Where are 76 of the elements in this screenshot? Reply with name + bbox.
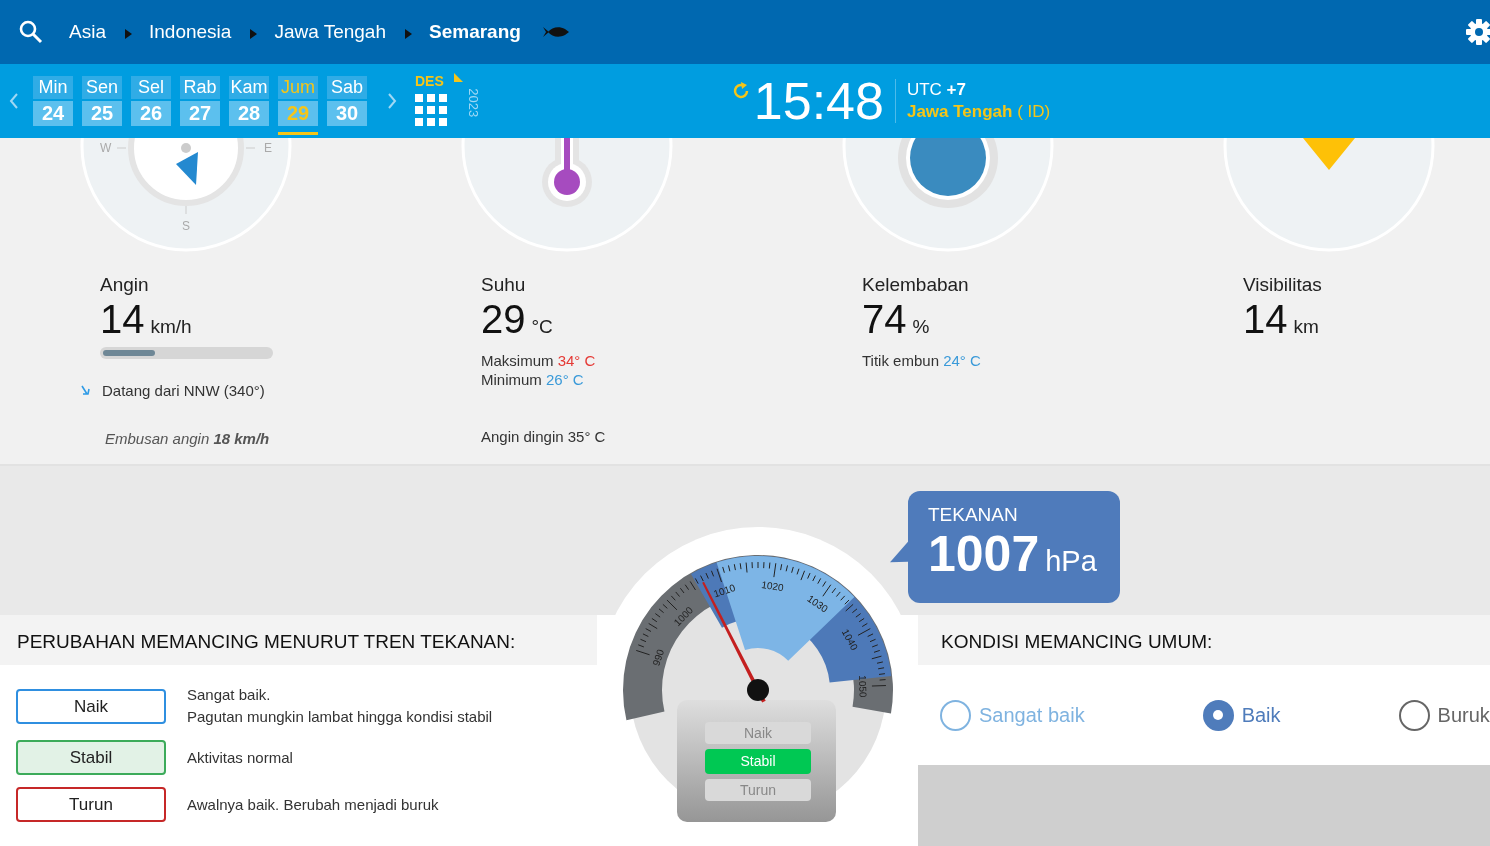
metric-title: Suhu — [481, 273, 527, 297]
needle-hub — [747, 679, 769, 701]
scale-label: 1050 — [856, 675, 869, 698]
reading-text: Titik embun 24° C — [862, 350, 982, 370]
day-tab[interactable]: Sel 26 — [131, 76, 171, 135]
year-label: 2023 — [465, 88, 483, 118]
scale-label: 990 — [650, 647, 667, 668]
scale-label: 1030 — [805, 592, 830, 615]
compass-needle-icon — [176, 143, 198, 185]
metric-unit: km — [1293, 315, 1319, 339]
compass-label: W — [100, 141, 112, 155]
pressure-unit: hPa — [1045, 544, 1097, 579]
section-heading: KONDISI MEMANCING UMUM: — [941, 631, 1213, 652]
trend-indicator: Turun — [705, 779, 811, 801]
trend-description: Aktivitas normal — [187, 747, 293, 768]
metric-unit: km/h — [150, 315, 192, 339]
metric-title: Kelembaban — [862, 273, 970, 297]
compass-label: E — [264, 141, 272, 155]
scale-label: 1020 — [760, 579, 785, 594]
thermometer-icon — [542, 138, 592, 207]
day-tab[interactable]: Kam 28 — [229, 76, 269, 135]
reading-text: Minimum 26° C — [481, 369, 585, 389]
compass-label: S — [182, 219, 190, 233]
separator-icon — [250, 28, 258, 39]
metric-value: 14 — [1243, 297, 1288, 341]
radio-button[interactable] — [940, 699, 971, 731]
trend-description: Awalnya baik. Berubah menjadi buruk — [187, 794, 439, 815]
next-icon[interactable] — [387, 93, 397, 109]
metric-unit: °C — [531, 315, 553, 339]
metric-value: 14 — [100, 297, 145, 341]
day-tab[interactable]: Sab 30 — [327, 76, 367, 135]
wind-direction: Datang dari NNW (340°) — [102, 380, 265, 400]
trend-description: Sangat baik. Pagutan mungkin lambat hingga kondisi stabil — [187, 685, 493, 727]
corner-icon — [453, 73, 463, 82]
metric-title: Visibilitas — [1243, 273, 1323, 297]
day-tab[interactable]: Sen 25 — [82, 76, 122, 135]
day-tab[interactable]: Rab 27 — [180, 76, 220, 135]
trend-tag: Stabil — [16, 740, 166, 775]
trend-indicator: Naik — [705, 722, 811, 744]
day-tab[interactable]: Jum 29 — [278, 76, 318, 135]
metric-value: 29 — [481, 297, 526, 341]
month-label[interactable]: DES — [415, 73, 444, 89]
radio-button[interactable] — [1202, 699, 1234, 731]
reading-text: Maksimum 34° C — [481, 350, 597, 370]
breadcrumb-link[interactable]: Asia — [69, 17, 106, 47]
trend-indicator: Stabil — [705, 749, 811, 774]
radio-label[interactable]: Baik — [1241, 700, 1281, 730]
trend-tag: Turun — [16, 787, 166, 822]
pressure-value: 1007 — [928, 527, 1040, 581]
previous-icon[interactable] — [9, 93, 19, 109]
separator-icon — [405, 28, 412, 39]
arrow-icon — [81, 384, 90, 396]
scale-label: 1010 — [712, 581, 737, 600]
separator-icon — [124, 28, 132, 39]
breadcrumb-link[interactable]: Jawa Tengah — [274, 17, 386, 47]
trend-tag: Naik — [16, 688, 166, 724]
day-tab[interactable]: Min 24 — [33, 76, 73, 135]
timezone-label: UTC +7 — [906, 79, 967, 101]
region-label: Jawa Tengah ( ID) — [906, 101, 1051, 123]
radio-label[interactable]: Sangat baik — [979, 700, 1085, 730]
metric-title: Angin — [100, 273, 150, 297]
breadcrumb-link[interactable]: Semarang — [429, 17, 521, 47]
radio-label[interactable]: Buruk — [1437, 700, 1490, 730]
metric-unit: % — [912, 315, 930, 339]
search-icon[interactable] — [19, 20, 43, 44]
calendar-grid-icon[interactable] — [415, 94, 447, 126]
clock-time: 15:48 — [753, 73, 884, 129]
section-heading: PERUBAHAN MEMANCING MENURUT TREN TEKANAN: — [17, 631, 516, 652]
fish-icon[interactable] — [542, 26, 569, 38]
metric-value: 74 — [862, 297, 907, 341]
gust-text: Embusan angin 18 km/h — [104, 428, 271, 448]
breadcrumb-link[interactable]: Indonesia — [148, 17, 232, 47]
pressure-title: TEKANAN — [928, 503, 1019, 527]
radio-button[interactable] — [1398, 699, 1430, 731]
wind-chill-text: Angin dingin 35° C — [481, 426, 607, 446]
scale-label: 1040 — [839, 627, 861, 653]
